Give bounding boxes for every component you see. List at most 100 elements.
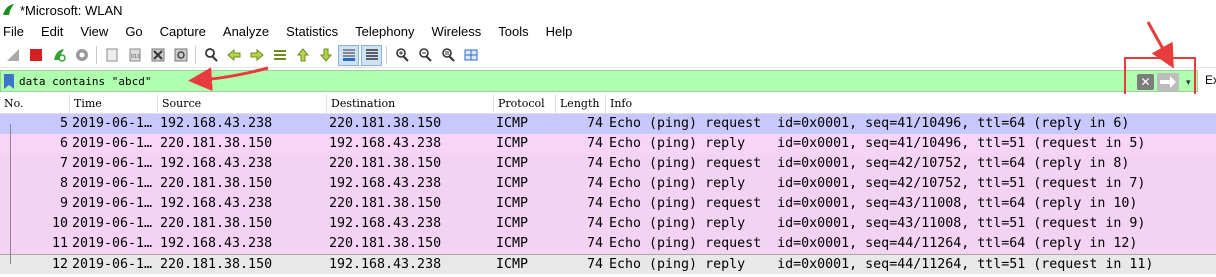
go-forward-icon[interactable]: [246, 45, 267, 66]
save-file-icon[interactable]: 010: [124, 45, 145, 66]
packet-source: 220.181.38.150: [160, 216, 273, 231]
column-header-info[interactable]: Info: [606, 94, 1216, 114]
toolbar-separator: [195, 46, 196, 64]
packet-length: 74: [586, 156, 603, 171]
packet-protocol: ICMP: [496, 176, 529, 191]
packet-row[interactable]: 9 2019-06-1… 192.168.43.238 220.181.38.150 I…: [0, 194, 1216, 214]
expression-button[interactable]: Ex: [1205, 73, 1216, 87]
packet-row[interactable]: 5 2019-06-1… 192.168.43.238 220.181.38.150 I…: [0, 114, 1216, 134]
packet-protocol: ICMP: [496, 156, 529, 171]
packet-row[interactable]: 12 2019-06-1… 220.181.38.150 192.168.43.238…: [0, 254, 1216, 274]
menu-go[interactable]: Go: [124, 24, 143, 39]
packet-length: 74: [586, 136, 603, 151]
auto-scroll-icon[interactable]: [338, 44, 359, 66]
packet-protocol: ICMP: [496, 236, 529, 251]
packet-source: 220.181.38.150: [160, 176, 273, 191]
column-header-source[interactable]: Source: [158, 94, 327, 114]
packet-info: Echo (ping) reply id=0x0001, seq=41/1049…: [609, 136, 1146, 151]
stop-capture-icon[interactable]: [25, 45, 46, 66]
shark-fin-icon[interactable]: [2, 45, 23, 66]
capture-options-icon[interactable]: [71, 45, 92, 66]
colorize-icon[interactable]: [361, 44, 382, 66]
packet-length: 74: [586, 257, 603, 272]
open-file-icon[interactable]: [101, 45, 122, 66]
menu-view[interactable]: View: [79, 24, 109, 39]
packet-info: Echo (ping) request id=0x0001, seq=43/11…: [609, 196, 1138, 211]
packet-length: 74: [586, 116, 603, 131]
packet-row[interactable]: 6 2019-06-1… 220.181.38.150 192.168.43.238 I…: [0, 134, 1216, 154]
go-back-icon[interactable]: [223, 45, 244, 66]
column-header-protocol[interactable]: Protocol: [494, 94, 556, 114]
menu-help[interactable]: Help: [545, 24, 574, 39]
packet-time: 2019-06-1…: [72, 136, 153, 151]
column-header-destination[interactable]: Destination: [327, 94, 494, 114]
packet-source: 220.181.38.150: [160, 257, 273, 272]
packet-destination: 220.181.38.150: [329, 236, 442, 251]
packet-list: No. Time Source Destination Protocol Len…: [0, 94, 1216, 277]
packet-row[interactable]: 7 2019-06-1… 192.168.43.238 220.181.38.150 I…: [0, 154, 1216, 174]
normal-size-icon[interactable]: [437, 45, 458, 66]
column-header-no[interactable]: No.: [0, 94, 70, 114]
packet-time: 2019-06-1…: [72, 257, 153, 272]
packet-row[interactable]: 11 2019-06-1… 192.168.43.238 220.181.38.150…: [0, 234, 1216, 254]
packet-time: 2019-06-1…: [72, 116, 153, 131]
packet-time: 2019-06-1…: [72, 176, 153, 191]
window-title: *Microsoft: WLAN: [20, 2, 123, 18]
packet-row[interactable]: 10 2019-06-1… 220.181.38.150 192.168.43.238…: [0, 214, 1216, 234]
column-header-time[interactable]: Time: [70, 94, 158, 114]
packet-length: 74: [586, 196, 603, 211]
packet-list-header: No. Time Source Destination Protocol Len…: [0, 94, 1216, 114]
packet-protocol: ICMP: [496, 196, 529, 211]
packet-length: 74: [586, 216, 603, 231]
menu-statistics[interactable]: Statistics: [285, 24, 339, 39]
display-filter-field: ✕ ▾: [0, 70, 1198, 92]
packet-time: 2019-06-1…: [72, 216, 153, 231]
menu-bar: File Edit View Go Capture Analyze Statis…: [0, 20, 1216, 42]
packet-protocol: ICMP: [496, 216, 529, 231]
last-packet-icon[interactable]: [315, 45, 336, 66]
packet-source: 192.168.43.238: [160, 236, 273, 251]
packet-protocol: ICMP: [496, 257, 529, 272]
menu-capture[interactable]: Capture: [159, 24, 207, 39]
packet-source: 192.168.43.238: [160, 196, 273, 211]
zoom-in-icon[interactable]: [391, 45, 412, 66]
packet-rows: 5 2019-06-1… 192.168.43.238 220.181.38.150 I…: [0, 114, 1216, 274]
packet-row[interactable]: 8 2019-06-1… 220.181.38.150 192.168.43.238 I…: [0, 174, 1216, 194]
first-packet-icon[interactable]: [292, 45, 313, 66]
close-file-icon[interactable]: [147, 45, 168, 66]
packet-time: 2019-06-1…: [72, 196, 153, 211]
wireshark-app-icon: [3, 4, 14, 15]
menu-file[interactable]: File: [2, 24, 25, 39]
packet-info: Echo (ping) reply id=0x0001, seq=42/1075…: [609, 176, 1146, 191]
menu-edit[interactable]: Edit: [40, 24, 64, 39]
packet-destination: 220.181.38.150: [329, 116, 442, 131]
menu-tools[interactable]: Tools: [497, 24, 529, 39]
packet-protocol: ICMP: [496, 116, 529, 131]
reload-file-icon[interactable]: [170, 45, 191, 66]
toolbar-separator: [386, 46, 387, 64]
packet-destination: 192.168.43.238: [329, 176, 442, 191]
packet-destination: 220.181.38.150: [329, 156, 442, 171]
zoom-out-icon[interactable]: [414, 45, 435, 66]
resize-columns-icon[interactable]: [460, 45, 481, 66]
menu-analyze[interactable]: Analyze: [222, 24, 270, 39]
packet-time: 2019-06-1…: [72, 236, 153, 251]
menu-wireless[interactable]: Wireless: [430, 24, 482, 39]
find-packet-icon[interactable]: [200, 45, 221, 66]
restart-capture-icon[interactable]: [48, 45, 69, 66]
go-to-packet-icon[interactable]: [269, 45, 290, 66]
display-filter-bar: ✕ ▾ Ex: [0, 69, 1216, 93]
packet-destination: 192.168.43.238: [329, 136, 442, 151]
menu-telephony[interactable]: Telephony: [354, 24, 415, 39]
toolbar-separator: [96, 46, 97, 64]
conversation-bracket-line: [10, 124, 11, 264]
packet-info: Echo (ping) reply id=0x0001, seq=43/1100…: [609, 216, 1146, 231]
column-header-length[interactable]: Length: [556, 94, 606, 114]
packet-destination: 220.181.38.150: [329, 196, 442, 211]
main-toolbar: 010: [0, 43, 1216, 68]
filter-bookmark-icon[interactable]: [4, 74, 14, 89]
display-filter-input[interactable]: [19, 73, 1119, 90]
title-bar: *Microsoft: WLAN: [0, 0, 1216, 20]
packet-info: Echo (ping) request id=0x0001, seq=41/10…: [609, 116, 1130, 131]
packet-length: 74: [586, 236, 603, 251]
